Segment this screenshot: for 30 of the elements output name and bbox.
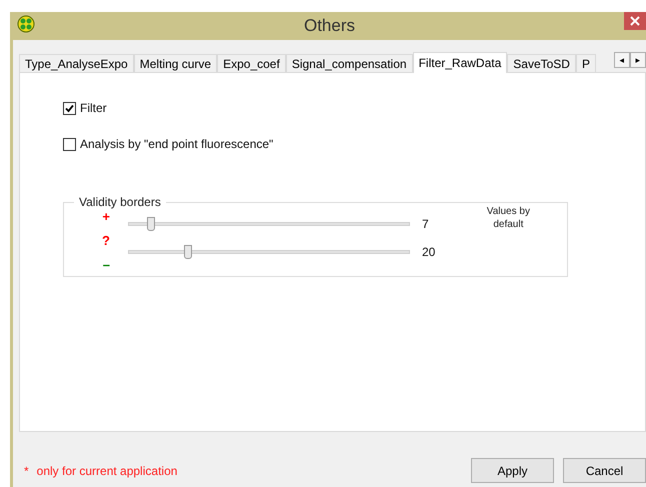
tab-scroll-button[interactable]: ▸ xyxy=(630,52,646,68)
border-marker: + xyxy=(102,208,110,226)
tab[interactable]: Type_AnalyseExpo xyxy=(19,54,134,72)
window-title: Others xyxy=(302,15,356,38)
checkbox[interactable] xyxy=(63,102,76,114)
close-icon xyxy=(630,16,640,26)
dialog-button[interactable]: Apply xyxy=(471,458,554,483)
tab[interactable]: SaveToSD xyxy=(507,54,576,72)
slider-value: 20 xyxy=(422,244,436,261)
tab[interactable]: Filter_RawData xyxy=(412,52,508,73)
border-marker: ? xyxy=(102,232,110,250)
defaults-label: Values by default xyxy=(486,205,531,232)
tab[interactable]: P xyxy=(576,54,596,72)
tab[interactable]: Melting curve xyxy=(134,54,218,72)
border-marker: – xyxy=(102,256,110,274)
slider-thumb[interactable] xyxy=(184,245,192,259)
checkbox[interactable] xyxy=(63,138,76,150)
tab[interactable]: Signal_compensation xyxy=(286,54,413,72)
app-icon xyxy=(17,15,35,33)
checkbox-label: Filter xyxy=(80,100,107,117)
close-button[interactable] xyxy=(624,12,646,30)
tab-scroll-button[interactable]: ◂ xyxy=(614,52,630,68)
checkbox-label: Analysis by "end point fluorescence" xyxy=(80,136,274,153)
footnote-mark: * xyxy=(24,463,29,480)
dialog-button[interactable]: Cancel xyxy=(563,458,646,483)
tab[interactable]: Expo_coef xyxy=(217,54,286,72)
slider-value: 7 xyxy=(422,216,429,233)
group-title: Validity borders xyxy=(78,194,162,211)
slider-thumb[interactable] xyxy=(147,217,156,231)
footnote-text: only for current application xyxy=(36,463,178,480)
